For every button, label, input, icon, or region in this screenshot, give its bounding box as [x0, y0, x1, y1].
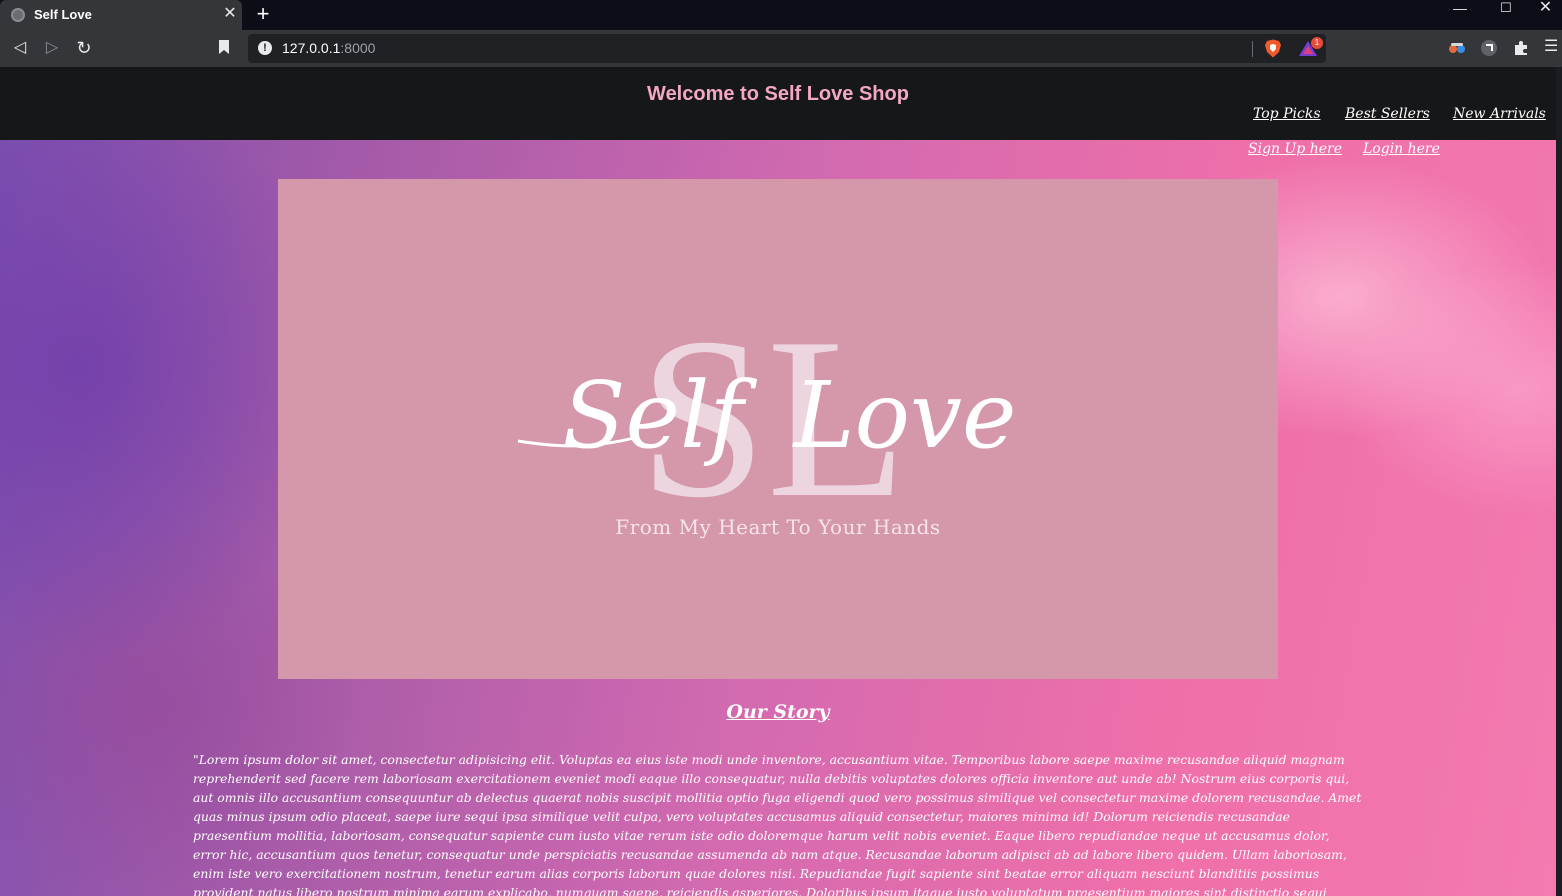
logo-word-self: Self — [563, 362, 758, 469]
tab-title: Self Love — [34, 7, 92, 22]
reload-button[interactable]: ↻ — [72, 37, 96, 59]
maximize-window-button[interactable]: ☐ — [1483, 0, 1529, 30]
info-icon[interactable]: ! — [258, 41, 272, 55]
rewards-badge: 1 — [1311, 37, 1323, 49]
browser-tab[interactable]: Self Love ✕ — [0, 0, 242, 30]
nav-link-new-arrivals[interactable]: New Arrivals — [1453, 106, 1546, 122]
nav-link-top-picks[interactable]: Top Picks — [1253, 106, 1321, 122]
scrollbar[interactable] — [1556, 67, 1562, 896]
nav-link-login[interactable]: Login here — [1363, 141, 1440, 157]
close-window-button[interactable]: ✕ — [1529, 0, 1562, 30]
nav-link-best-sellers[interactable]: Best Sellers — [1345, 106, 1430, 122]
new-tab-button[interactable]: + — [252, 2, 274, 26]
browser-menu-icon[interactable]: ☰ — [1544, 38, 1558, 56]
extension-glasses-icon[interactable] — [1448, 39, 1466, 57]
globe-icon — [11, 8, 25, 22]
back-button[interactable]: ◁ — [8, 37, 32, 59]
forward-button[interactable]: ▷ — [40, 37, 64, 59]
brave-shield-icon[interactable] — [1264, 39, 1282, 58]
our-story-text: "Lorem ipsum dolor sit amet, consectetur… — [193, 752, 1362, 896]
extensions-puzzle-icon[interactable] — [1512, 39, 1530, 57]
hero-banner: SL Self Love From My Heart To Your Hands — [278, 179, 1278, 679]
url-text[interactable]: 127.0.0.1:8000 — [282, 40, 375, 56]
browser-toolbar: ◁ ▷ ↻ ! 127.0.0.1:8000 1 ☰ — [0, 30, 1562, 67]
minimize-window-button[interactable]: ― — [1437, 0, 1483, 30]
logo-tagline: From My Heart To Your Hands — [615, 515, 940, 539]
site-title: Welcome to Self Love Shop — [647, 83, 909, 105]
site-header: Welcome to Self Love Shop Top Picks Best… — [0, 67, 1556, 140]
our-story-heading: Our Story — [726, 701, 830, 723]
browser-tab-bar: Self Love ✕ + ― ☐ ✕ — [0, 0, 1562, 30]
nav-link-sign-up[interactable]: Sign Up here — [1248, 141, 1342, 157]
bookmark-icon[interactable] — [218, 39, 230, 55]
address-bar[interactable]: ! 127.0.0.1:8000 1 — [248, 34, 1326, 63]
page-viewport: Welcome to Self Love Shop Top Picks Best… — [0, 67, 1562, 896]
logo-word-love: Love — [792, 362, 1017, 469]
url-divider — [1252, 41, 1253, 57]
self-love-logo: SL Self Love From My Heart To Your Hands — [517, 290, 1017, 545]
close-tab-icon[interactable]: ✕ — [221, 5, 239, 23]
extension-circle-icon[interactable] — [1480, 39, 1498, 57]
